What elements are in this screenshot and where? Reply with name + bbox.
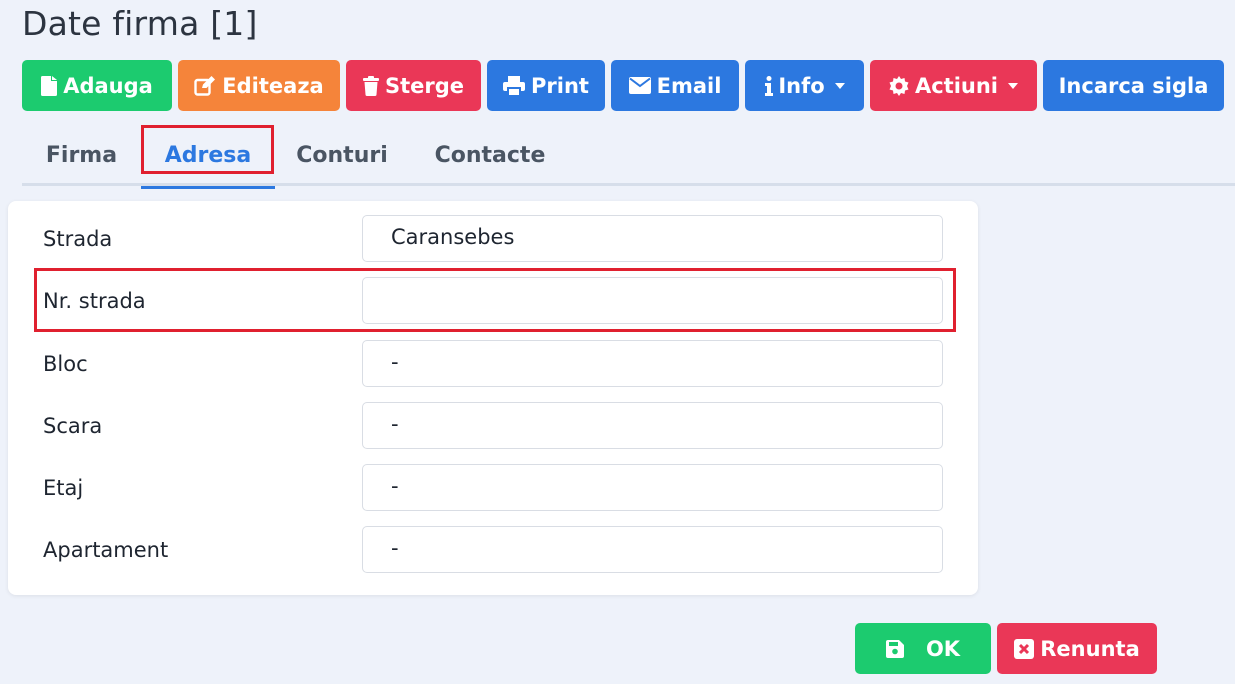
file-icon (41, 75, 58, 96)
info-icon (764, 75, 774, 96)
tab-firma[interactable]: Firma (22, 124, 141, 186)
tab-label: Contacte (434, 142, 546, 168)
tab-label: Firma (45, 142, 118, 168)
form-row-apartament: Apartament - (8, 526, 978, 574)
tab-adresa[interactable]: Adresa (141, 124, 275, 189)
info-button-label: Info (778, 73, 825, 98)
scara-input[interactable]: - (362, 402, 943, 449)
tab-contacte[interactable]: Contacte (409, 124, 571, 186)
tab-conturi[interactable]: Conturi (275, 124, 409, 186)
form-row-scara: Scara - (8, 402, 978, 450)
strada-input[interactable]: Caransebes (362, 215, 943, 262)
cancel-button-label: Renunta (1040, 636, 1140, 661)
close-box-icon (1014, 638, 1035, 659)
caret-down-icon (834, 82, 845, 89)
bloc-input[interactable]: - (362, 340, 943, 387)
form-row-strada: Strada Caransebes (8, 215, 978, 263)
cancel-button[interactable]: Renunta (997, 623, 1157, 674)
apartament-input[interactable]: - (362, 526, 943, 573)
edit-icon (194, 75, 216, 96)
print-button[interactable]: Print (487, 60, 605, 111)
upload-logo-button[interactable]: Incarca sigla (1043, 60, 1224, 111)
add-button[interactable]: Adauga (22, 60, 172, 111)
address-form: Strada Caransebes Nr. strada Bloc - Scar… (8, 201, 978, 595)
caret-down-icon (1008, 82, 1019, 89)
page-title: Date firma [1] (22, 4, 258, 43)
form-row-nr-strada: Nr. strada (8, 277, 978, 325)
field-label: Strada (43, 227, 113, 251)
email-button-label: Email (656, 73, 722, 98)
etaj-input[interactable]: - (362, 464, 943, 511)
actions-button-label: Actiuni (914, 73, 999, 98)
envelope-icon (628, 77, 651, 94)
form-row-bloc: Bloc - (8, 340, 978, 388)
toolbar: Adauga Editeaza Sterge Print Email Info (22, 60, 1224, 111)
gear-icon (889, 75, 909, 96)
edit-button-label: Editeaza (222, 73, 324, 98)
delete-button[interactable]: Sterge (346, 60, 481, 111)
info-dropdown-button[interactable]: Info (745, 60, 864, 111)
field-label: Nr. strada (43, 289, 146, 313)
field-label: Etaj (43, 476, 84, 500)
ok-button-label: OK (925, 636, 961, 661)
tab-label: Adresa (164, 142, 252, 168)
field-label: Apartament (43, 538, 169, 562)
edit-button[interactable]: Editeaza (178, 60, 340, 111)
ok-button[interactable]: OK (855, 623, 991, 674)
print-icon (503, 75, 526, 96)
print-button-label: Print (531, 73, 589, 98)
upload-logo-button-label: Incarca sigla (1058, 73, 1209, 98)
add-button-label: Adauga (63, 73, 153, 98)
nr-strada-input[interactable] (362, 277, 943, 324)
field-label: Bloc (43, 352, 88, 376)
field-label: Scara (43, 414, 103, 438)
save-icon (885, 639, 904, 658)
actions-dropdown-button[interactable]: Actiuni (870, 60, 1037, 111)
email-button[interactable]: Email (611, 60, 739, 111)
form-row-etaj: Etaj - (8, 464, 978, 512)
tab-label: Conturi (296, 142, 388, 168)
tab-bar: Firma Adresa Conturi Contacte (22, 124, 1235, 189)
delete-button-label: Sterge (384, 73, 465, 98)
trash-icon (362, 75, 379, 96)
